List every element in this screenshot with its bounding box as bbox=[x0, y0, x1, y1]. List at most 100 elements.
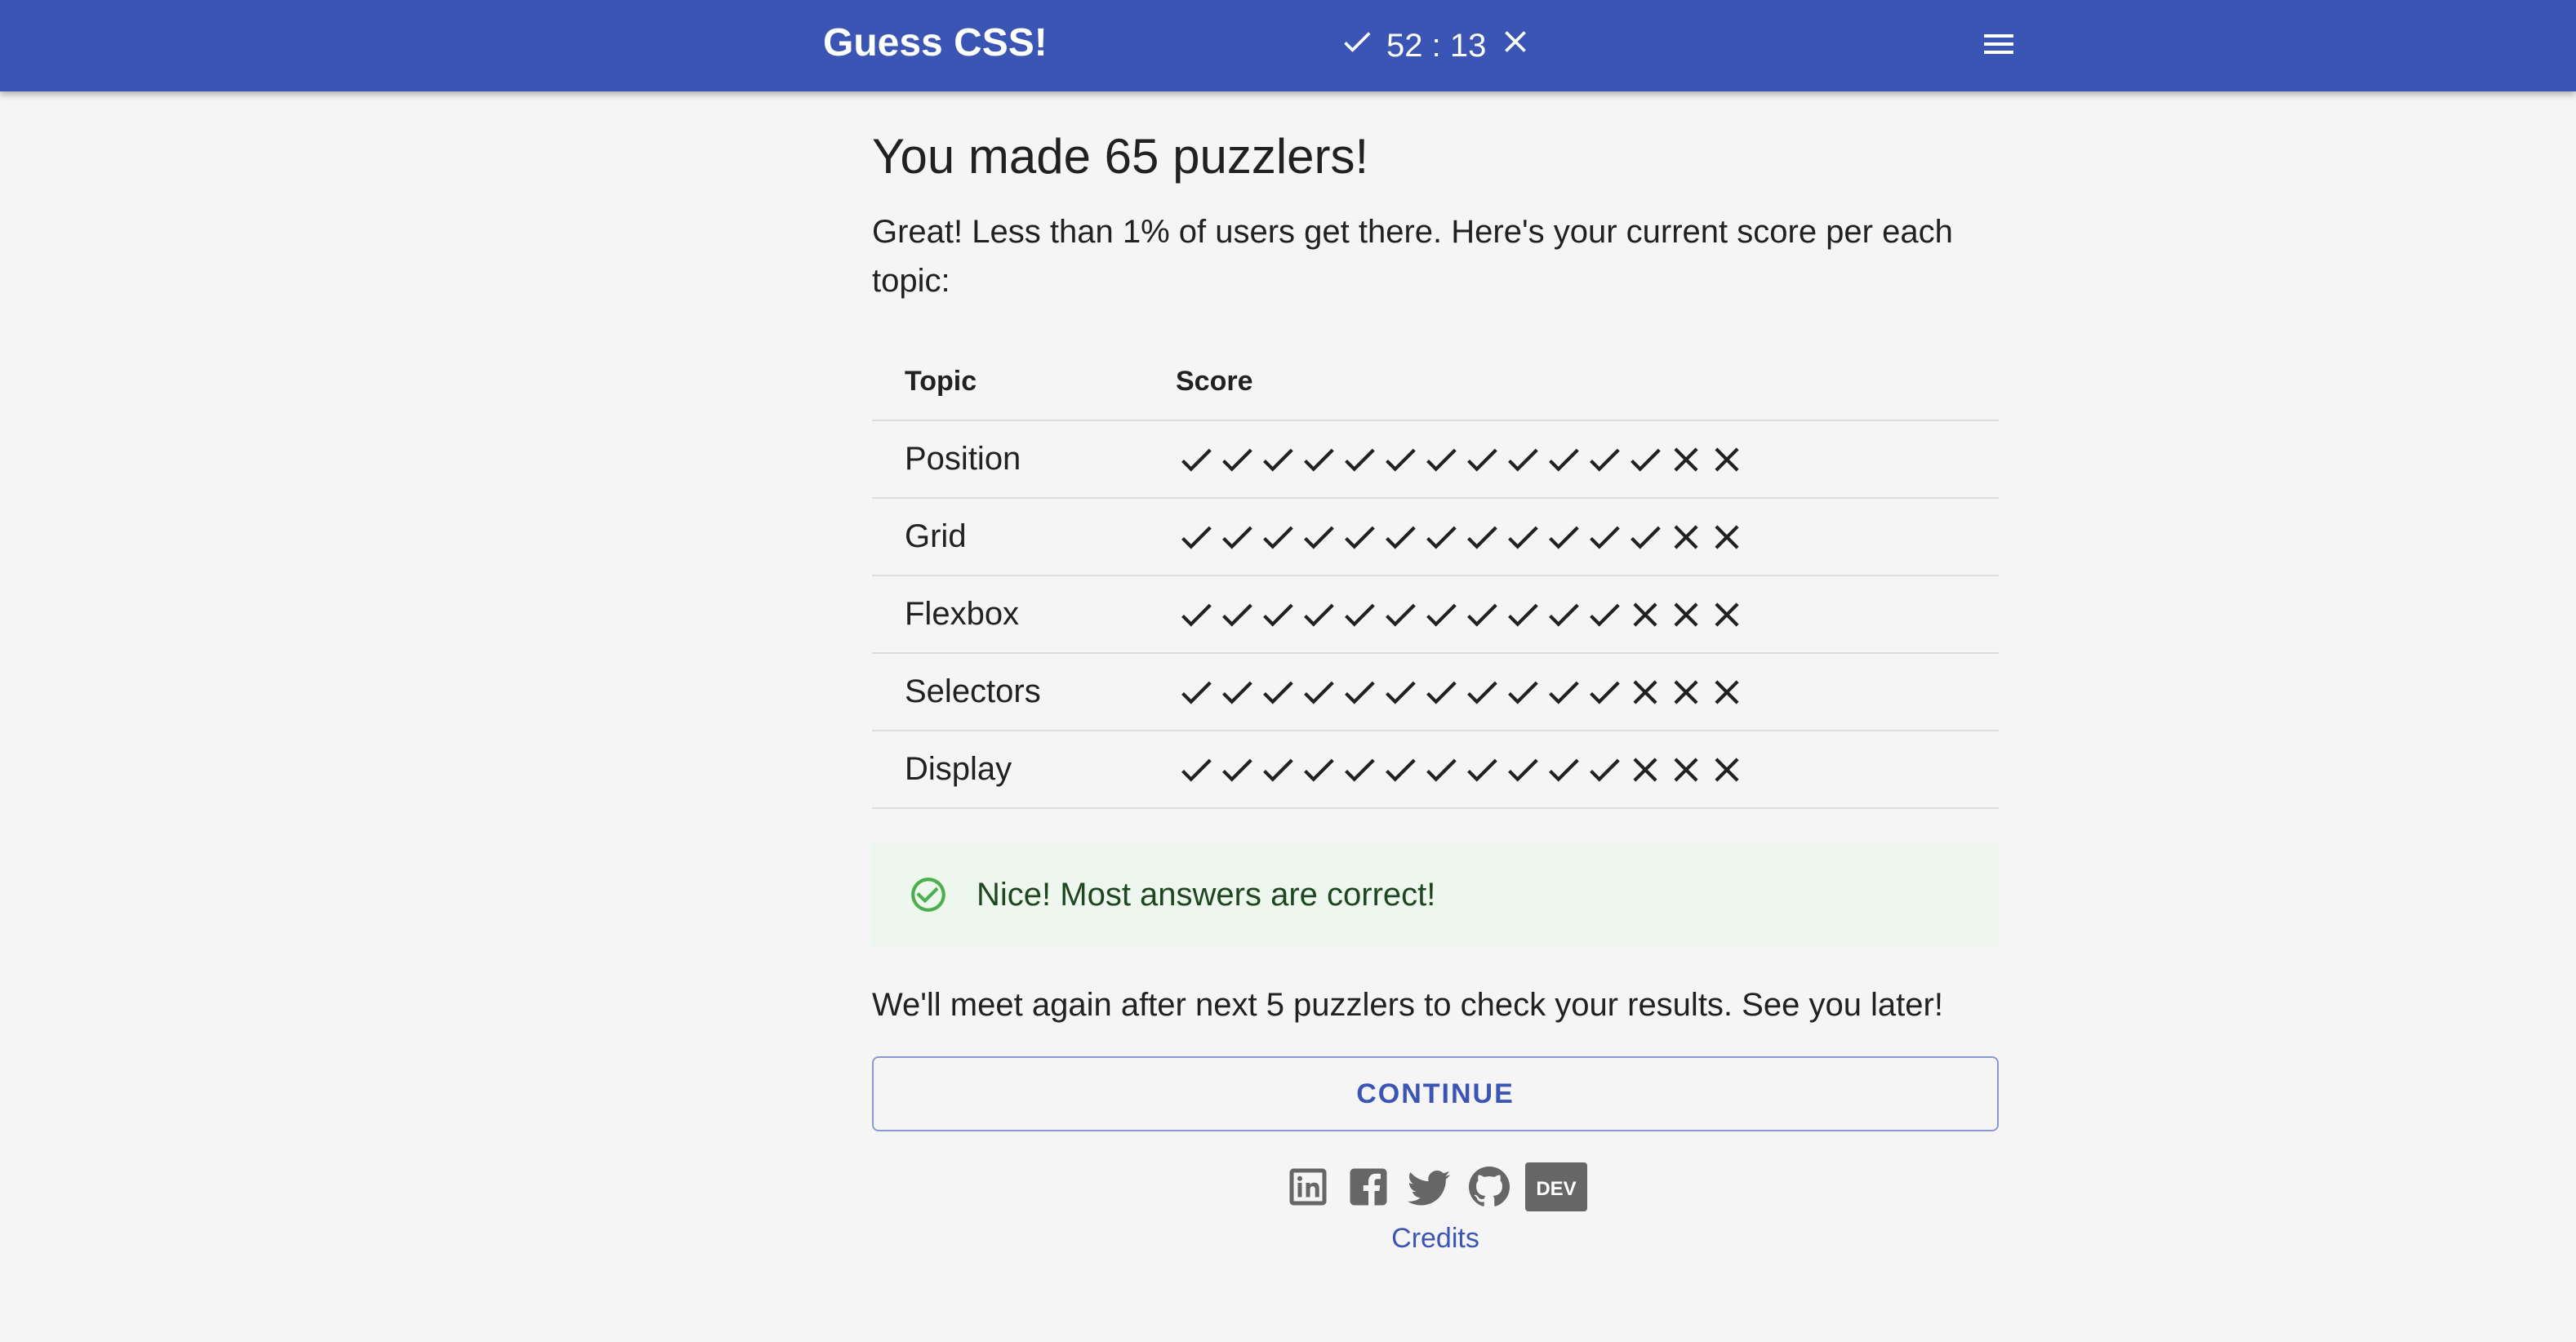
check-icon bbox=[1298, 594, 1339, 635]
score-cell bbox=[1176, 731, 1999, 809]
cross-icon bbox=[1666, 672, 1706, 713]
check-icon bbox=[1217, 517, 1257, 558]
table-row: Flexbox bbox=[872, 575, 1999, 654]
check-icon bbox=[1380, 594, 1421, 635]
check-icon bbox=[1339, 594, 1380, 635]
check-icon bbox=[1176, 517, 1217, 558]
check-icon bbox=[1176, 749, 1217, 790]
check-icon bbox=[1625, 517, 1666, 558]
score-counter: 52 : 13 bbox=[1339, 0, 1533, 91]
score-marks bbox=[1176, 435, 1999, 484]
topic-cell: Selectors bbox=[872, 653, 1176, 731]
check-icon bbox=[1543, 517, 1584, 558]
topic-cell: Grid bbox=[872, 498, 1176, 576]
score-table: Topic Score Position Grid Flexbox Selectors… bbox=[872, 343, 1999, 809]
score-marks bbox=[1176, 590, 1999, 639]
check-icon bbox=[1584, 672, 1625, 713]
cross-icon bbox=[1625, 594, 1666, 635]
topic-cell: Display bbox=[872, 731, 1176, 809]
check-icon bbox=[1543, 439, 1584, 480]
check-icon bbox=[1380, 749, 1421, 790]
check-icon bbox=[1380, 517, 1421, 558]
check-icon bbox=[1339, 24, 1375, 68]
check-icon bbox=[1543, 594, 1584, 635]
cross-icon bbox=[1497, 24, 1533, 68]
check-icon bbox=[1502, 672, 1543, 713]
check-icon bbox=[1584, 594, 1625, 635]
twitter-icon[interactable] bbox=[1404, 1162, 1453, 1211]
check-icon bbox=[1339, 517, 1380, 558]
check-icon bbox=[1380, 439, 1421, 480]
check-icon bbox=[1502, 439, 1543, 480]
check-icon bbox=[1298, 672, 1339, 713]
check-icon bbox=[1462, 672, 1502, 713]
cross-icon bbox=[1706, 517, 1747, 558]
credits: Credits bbox=[872, 1223, 1999, 1255]
linkedin-icon[interactable] bbox=[1284, 1162, 1332, 1211]
table-header-row: Topic Score bbox=[872, 343, 1999, 421]
score-cell bbox=[1176, 653, 1999, 731]
topic-cell: Flexbox bbox=[872, 575, 1176, 654]
score-counter-text: 52 : 13 bbox=[1386, 27, 1487, 64]
check-icon bbox=[1584, 749, 1625, 790]
check-icon bbox=[1217, 439, 1257, 480]
intro-text: Great! Less than 1% of users get there. … bbox=[872, 214, 1953, 299]
check-icon bbox=[1257, 672, 1298, 713]
check-icon bbox=[1298, 517, 1339, 558]
check-icon bbox=[1421, 749, 1462, 790]
check-icon bbox=[1584, 439, 1625, 480]
check-icon bbox=[1502, 594, 1543, 635]
svg-text:DEV: DEV bbox=[1536, 1178, 1576, 1200]
topic-cell: Position bbox=[872, 420, 1176, 499]
table-row: Position bbox=[872, 420, 1999, 499]
check-icon bbox=[1217, 594, 1257, 635]
check-icon bbox=[1176, 594, 1217, 635]
check-icon bbox=[1298, 439, 1339, 480]
check-icon bbox=[1543, 749, 1584, 790]
check-icon bbox=[1339, 672, 1380, 713]
check-icon bbox=[1257, 749, 1298, 790]
check-icon bbox=[1257, 517, 1298, 558]
facebook-icon[interactable] bbox=[1344, 1162, 1393, 1211]
alert-message: Nice! Most answers are correct! bbox=[977, 876, 1436, 913]
cross-icon bbox=[1706, 594, 1747, 635]
check-icon bbox=[1298, 749, 1339, 790]
check-icon bbox=[1380, 672, 1421, 713]
continue-button[interactable]: CONTINUE bbox=[872, 1056, 1999, 1131]
check-icon bbox=[1176, 672, 1217, 713]
app-title: Guess CSS! bbox=[823, 21, 1048, 64]
column-header-score: Score bbox=[1176, 343, 1999, 421]
check-icon bbox=[1462, 594, 1502, 635]
check-icon bbox=[1462, 517, 1502, 558]
score-marks bbox=[1176, 745, 1999, 794]
check-icon bbox=[1217, 672, 1257, 713]
cross-icon bbox=[1666, 749, 1706, 790]
score-cell bbox=[1176, 420, 1999, 499]
github-icon[interactable] bbox=[1465, 1162, 1514, 1211]
cross-icon bbox=[1666, 517, 1706, 558]
dev-icon[interactable]: DEV bbox=[1525, 1162, 1587, 1211]
score-marks bbox=[1176, 513, 1999, 562]
success-alert: Nice! Most answers are correct! bbox=[872, 842, 1999, 948]
credits-link[interactable]: Credits bbox=[1391, 1223, 1479, 1254]
hamburger-menu-icon[interactable] bbox=[1978, 23, 2020, 65]
cross-icon bbox=[1625, 672, 1666, 713]
cross-icon bbox=[1706, 439, 1747, 480]
check-icon bbox=[1421, 594, 1462, 635]
cross-icon bbox=[1706, 749, 1747, 790]
cross-icon bbox=[1666, 594, 1706, 635]
score-cell bbox=[1176, 498, 1999, 576]
cross-icon bbox=[1666, 439, 1706, 480]
check-icon bbox=[1462, 749, 1502, 790]
score-marks bbox=[1176, 668, 1999, 717]
social-links: DEV bbox=[872, 1162, 1999, 1211]
cross-icon bbox=[1625, 749, 1666, 790]
check-icon bbox=[1421, 672, 1462, 713]
check-icon bbox=[1257, 439, 1298, 480]
column-header-topic: Topic bbox=[872, 343, 1176, 421]
check-icon bbox=[1502, 749, 1543, 790]
outro-text: We'll meet again after next 5 puzzlers t… bbox=[872, 987, 1943, 1023]
results-panel: You made 65 puzzlers! Great! Less than 1… bbox=[872, 91, 1999, 1255]
table-row: Display bbox=[872, 731, 1999, 809]
cross-icon bbox=[1706, 672, 1747, 713]
